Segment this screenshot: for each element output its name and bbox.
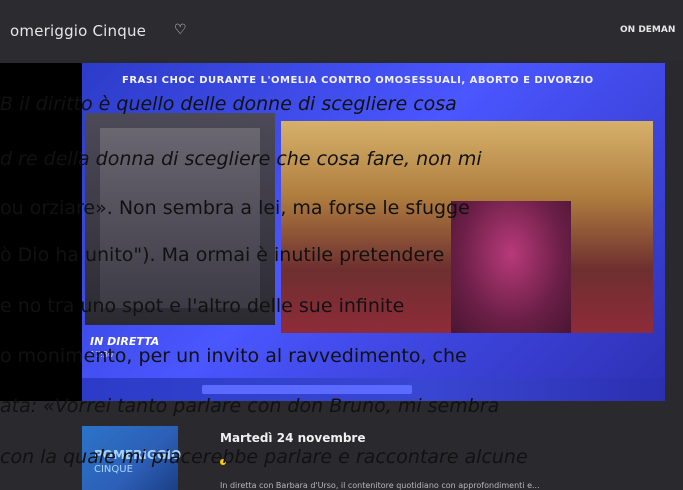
small-video-frame <box>85 113 275 325</box>
video-headline: FRASI CHOC DURANTE L'OMELIA CONTRO OMOSE… <box>122 75 594 86</box>
overlay-line-7: ata: «Vorrei tanto parlare con don Bruno… <box>0 395 500 417</box>
overlay-line-6: o monimento, per un invito al ravvedimen… <box>0 345 467 367</box>
overlay-line-4: ò Dio ha unito"). Ma ormai è inutile pre… <box>0 244 445 266</box>
progress-bar[interactable] <box>202 385 412 394</box>
episode-description: In diretta con Barbara d'Urso, il conten… <box>220 481 540 490</box>
top-bar: omeriggio Cinque ♡ ON DEMAN <box>0 0 683 60</box>
on-demand-link[interactable]: ON DEMAN <box>620 25 675 35</box>
overlay-line-1: B il diritto è quello delle donne di sce… <box>0 93 457 115</box>
page-title: omeriggio Cinque <box>10 22 147 40</box>
priest-figure <box>451 201 571 333</box>
episode-date: Martedì 24 novembre <box>220 431 366 445</box>
overlay-line-5: e no tra uno spot e l'altro delle sue in… <box>0 295 405 317</box>
overlay-line-3: ou orziare». Non sembra a lei, ma forse … <box>0 197 470 219</box>
overlay-line-2: d re della donna di scegliere che cosa f… <box>0 148 482 170</box>
overlay-line-8: con la quale mi piacerebbe parlare e rac… <box>0 446 528 468</box>
heart-icon[interactable]: ♡ <box>174 22 187 38</box>
